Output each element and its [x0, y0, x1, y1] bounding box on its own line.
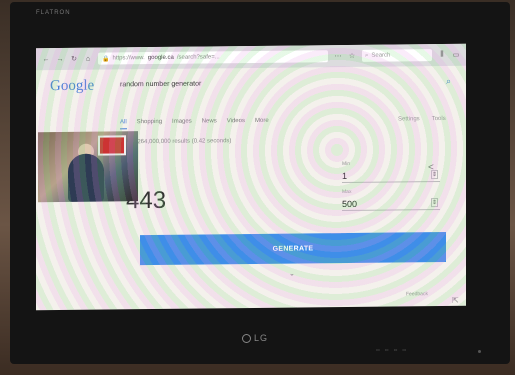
- search-icon[interactable]: ⌕: [446, 76, 451, 87]
- feedback-link[interactable]: Feedback: [406, 291, 428, 297]
- monitor-button[interactable]: ▭: [385, 347, 389, 352]
- min-input[interactable]: 1 ⇕: [342, 168, 440, 184]
- lock-icon: 🔒: [102, 55, 110, 63]
- min-value: 1: [342, 170, 348, 181]
- search-tools: Settings Tools: [398, 116, 446, 122]
- max-input[interactable]: 500 ⇕: [342, 196, 440, 212]
- search-icon: ⌕: [365, 52, 369, 59]
- tab-all[interactable]: All: [120, 119, 127, 130]
- picture-frame: [98, 135, 126, 156]
- tab-videos[interactable]: Videos: [227, 118, 245, 128]
- person-body: [68, 153, 104, 202]
- min-stepper[interactable]: ⇕: [431, 170, 438, 180]
- max-value: 500: [342, 198, 358, 209]
- back-icon[interactable]: ←: [42, 55, 50, 63]
- max-label: Max: [342, 188, 352, 196]
- generate-button[interactable]: GENERATE: [140, 231, 446, 266]
- browser-search-input[interactable]: ⌕ Search: [362, 49, 432, 62]
- min-label: Min: [342, 160, 351, 168]
- google-search-input[interactable]: random number generator: [120, 81, 201, 89]
- tab-news[interactable]: News: [202, 118, 217, 128]
- tab-settings[interactable]: Settings: [398, 116, 420, 122]
- forward-icon[interactable]: →: [56, 55, 64, 63]
- google-logo[interactable]: Google: [50, 78, 94, 95]
- lg-logo-icon: [242, 333, 251, 343]
- reload-icon[interactable]: ↻: [70, 55, 78, 63]
- screen: ← → ↻ ⌂ 🔒 https://www. google.ca/search?s…: [36, 43, 466, 311]
- url-rest: /search?safe=...: [176, 54, 220, 61]
- monitor-button[interactable]: ▭: [402, 347, 406, 352]
- reflected-photo: [38, 131, 138, 203]
- mouse-cursor-icon: ⇱: [452, 295, 459, 305]
- monitor-button[interactable]: ▭: [394, 347, 398, 352]
- browser-search-placeholder: Search: [371, 52, 391, 59]
- tab-tools[interactable]: Tools: [432, 116, 446, 122]
- monitor-logo: LG: [242, 333, 268, 343]
- power-led: [478, 350, 481, 353]
- chevron-down-icon[interactable]: ⌄: [289, 270, 295, 278]
- search-tabs: All Shopping Images News Videos More: [120, 118, 269, 130]
- monitor-button[interactable]: ▭: [376, 347, 380, 352]
- bookmark-icon[interactable]: ☆: [348, 52, 356, 60]
- tab-more[interactable]: More: [255, 118, 269, 128]
- url-prefix: https://www.: [112, 55, 145, 62]
- url-domain: google.ca: [147, 54, 174, 62]
- home-icon[interactable]: ⌂: [84, 55, 92, 63]
- more-icon[interactable]: ⋯: [334, 52, 342, 60]
- max-stepper[interactable]: ⇕: [431, 198, 438, 208]
- monitor-brand: FLATRON: [36, 10, 71, 16]
- tab-images[interactable]: Images: [172, 119, 192, 129]
- google-header: Google random number generator ⌕: [36, 74, 466, 101]
- sidebar-icon[interactable]: ▭: [452, 51, 460, 59]
- browser-toolbar: ← → ↻ ⌂ 🔒 https://www. google.ca/search?s…: [36, 43, 466, 71]
- tab-shopping[interactable]: Shopping: [137, 119, 162, 129]
- monitor-controls[interactable]: ▭ ▭ ▭ ▭: [376, 347, 406, 352]
- library-icon[interactable]: ⫼: [438, 51, 446, 59]
- address-bar[interactable]: 🔒 https://www. google.ca/search?safe=...: [98, 50, 328, 65]
- monitor-logo-text: LG: [254, 333, 269, 343]
